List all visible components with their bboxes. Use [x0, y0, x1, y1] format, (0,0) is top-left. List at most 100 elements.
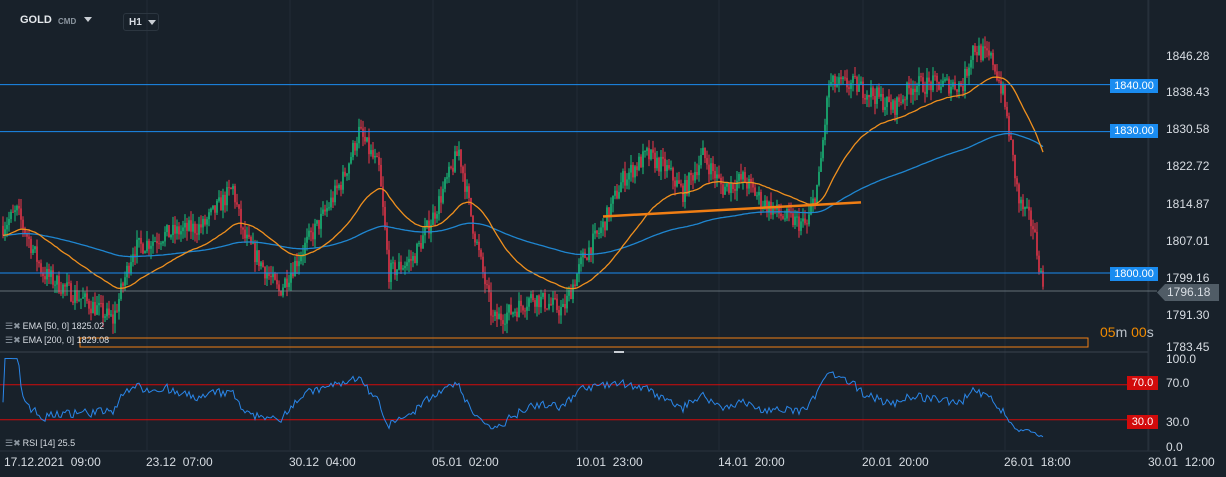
candle-body [284, 278, 286, 288]
level-badge-1840[interactable]: 1840.00 [1110, 79, 1158, 93]
candle-body [806, 223, 808, 225]
candle-body [1040, 270, 1042, 273]
candle-body [266, 273, 268, 279]
candle-body [756, 195, 758, 197]
candle-body [206, 219, 208, 225]
candle-body [868, 94, 870, 98]
candle-body [710, 163, 712, 175]
candle-body [704, 147, 706, 159]
candle-body [848, 87, 850, 89]
candle-body [730, 183, 732, 193]
candle-body [360, 126, 362, 129]
candle-body [474, 233, 476, 243]
candle-body [514, 311, 516, 313]
candle-body [376, 155, 378, 158]
candle-body [500, 313, 502, 321]
price-axis-label: 1799.16 [1166, 271, 1210, 285]
candle-body [396, 269, 398, 276]
candle-body [616, 190, 618, 199]
candle-body [692, 175, 694, 181]
candle-body [104, 316, 106, 318]
rsi-axis-label: 0.0 [1166, 440, 1183, 454]
candle-body [320, 213, 322, 229]
candle-body [800, 221, 802, 231]
candle-body [694, 171, 696, 181]
candle-body [818, 171, 820, 185]
rsi-level-badge-30[interactable]: 30.0 [1127, 415, 1158, 429]
candle-body [74, 290, 76, 303]
candle-body [220, 197, 222, 211]
candle-body [432, 212, 434, 225]
candle-body [802, 218, 804, 222]
symbol-label[interactable]: GOLD [20, 14, 52, 26]
candle-body [660, 156, 662, 172]
candle-body [662, 156, 664, 159]
candle-body [204, 218, 206, 225]
candle-body [992, 52, 994, 65]
candle-body [448, 166, 450, 178]
candle-body [374, 155, 376, 158]
candle-body [404, 266, 406, 269]
candle-body [248, 234, 250, 238]
candle-body [242, 227, 244, 230]
settings-icon[interactable]: ☰✖ [5, 335, 21, 345]
candle-body [310, 230, 312, 233]
candle-body [138, 237, 140, 240]
candle-body [906, 82, 908, 100]
candle-body [154, 241, 156, 243]
candle-body [184, 222, 186, 228]
candle-body [262, 262, 264, 268]
rsi-line [2, 358, 1044, 438]
candle-body [208, 212, 210, 220]
candle-body [232, 186, 234, 189]
candle-body [1036, 231, 1038, 256]
candle-body [122, 283, 124, 286]
candle-body [14, 210, 16, 212]
candle-body [964, 68, 966, 92]
candle-body [412, 256, 414, 261]
settings-icon[interactable]: ☰✖ [5, 321, 21, 331]
candle-body [878, 87, 880, 97]
candle-body [420, 242, 422, 249]
candle-body [972, 45, 974, 60]
candle-body [290, 272, 292, 283]
candle-body [916, 86, 918, 93]
candle-body [764, 200, 766, 207]
rsi-legend[interactable]: ☰✖ RSI [14] 25.5 [5, 438, 75, 449]
ema200-legend[interactable]: ☰✖ EMA [200, 0] 1829.08 [5, 335, 109, 346]
candle-body [470, 197, 472, 216]
candle-body [908, 82, 910, 89]
candle-body [224, 194, 226, 206]
candle-body [384, 206, 386, 229]
level-badge-1800[interactable]: 1800.00 [1110, 267, 1158, 281]
candle-body [1012, 140, 1014, 155]
candle-body [112, 314, 114, 324]
candle-body [852, 75, 854, 83]
rsi-level-badge-70[interactable]: 70.0 [1127, 376, 1158, 390]
candle-body [434, 212, 436, 219]
candle-body [352, 142, 354, 158]
candle-body [22, 219, 24, 229]
level-badge-1830[interactable]: 1830.00 [1110, 124, 1158, 138]
candle-body [142, 243, 144, 254]
candle-body [646, 148, 648, 151]
candle-body [532, 294, 534, 301]
chart-canvas[interactable] [0, 0, 1226, 477]
candle-body [554, 298, 556, 300]
settings-icon[interactable]: ☰✖ [5, 438, 21, 448]
timeframe-select[interactable]: H1 [123, 13, 159, 31]
candle-body [934, 75, 936, 77]
candle-body [58, 275, 60, 293]
ema50-legend[interactable]: ☰✖ EMA [50, 0] 1825.02 [5, 321, 104, 332]
symbol-dropdown-icon[interactable] [84, 17, 92, 22]
candle-body [998, 80, 1000, 82]
candle-body [512, 312, 514, 315]
candle-body [1006, 106, 1008, 117]
market-label[interactable]: CMD [58, 17, 76, 26]
price-axis-label: 1814.87 [1166, 197, 1210, 211]
candle-body [216, 200, 218, 213]
candle-body [956, 89, 958, 92]
candle-body [286, 278, 288, 288]
candle-body [84, 293, 86, 298]
candle-body [130, 262, 132, 273]
